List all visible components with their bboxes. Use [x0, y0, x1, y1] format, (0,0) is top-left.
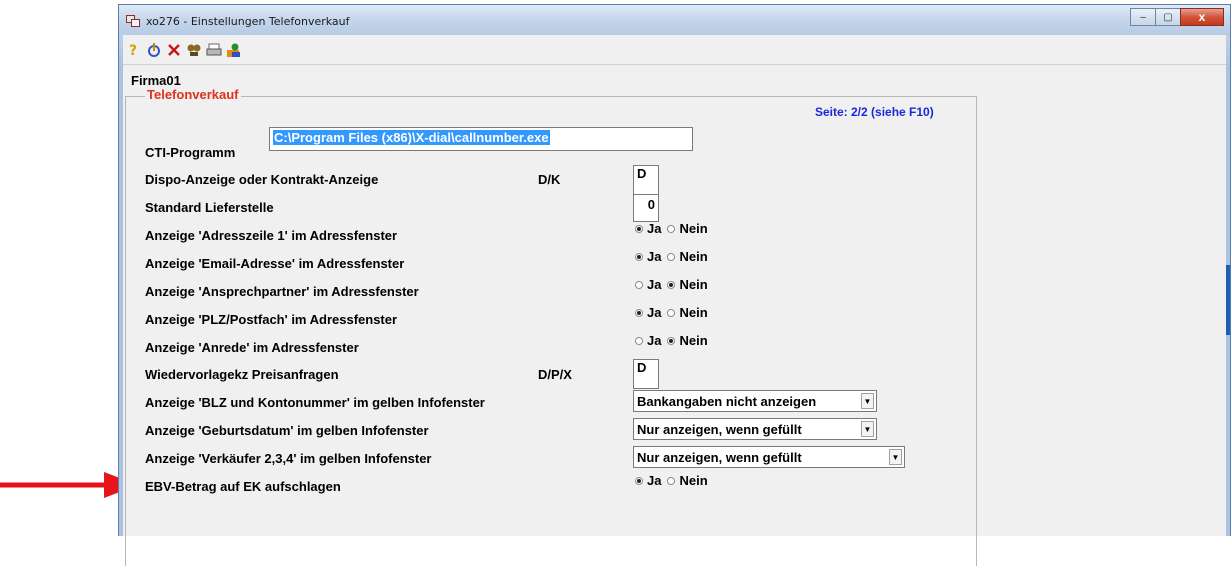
company-name: Firma01: [131, 73, 181, 88]
ebv-nein-radio[interactable]: [667, 476, 676, 485]
email-ja-label: Ja: [647, 249, 662, 264]
anrede-ja-label: Ja: [647, 333, 662, 348]
window-body: ? Firma01 Telefonverkauf Seite: 2/2 (sie…: [123, 35, 1230, 566]
geburtsdatum-select[interactable]: Nur anzeigen, wenn gefüllt ▼: [633, 418, 877, 440]
adresszeile-label: Anzeige 'Adresszeile 1' im Adressfenster: [145, 228, 398, 243]
close-button[interactable]: x: [1180, 8, 1224, 26]
search-icon[interactable]: [186, 42, 202, 58]
window-title: xo276 - Einstellungen Telefonverkauf: [146, 15, 350, 28]
info-icon[interactable]: [146, 42, 162, 58]
anrede-nein-label: Nein: [679, 333, 708, 348]
dispo-input[interactable]: D: [633, 165, 659, 195]
toolbar: ?: [123, 35, 1226, 65]
email-nein-label: Nein: [679, 249, 708, 264]
wiedervorlage-input[interactable]: D: [633, 359, 659, 389]
lieferstelle-label: Standard Lieferstelle: [145, 200, 274, 215]
wiedervorlage-code: D/P/X: [538, 367, 572, 382]
close-icon[interactable]: [166, 42, 182, 58]
ebv-label: EBV-Betrag auf EK aufschlagen: [145, 479, 341, 494]
plz-nein-radio[interactable]: [667, 308, 676, 317]
app-window: xo276 - Einstellungen Telefonverkauf – ▢…: [118, 4, 1231, 566]
plz-ja-label: Ja: [647, 305, 662, 320]
blz-select[interactable]: Bankangaben nicht anzeigen ▼: [633, 390, 877, 412]
maximize-button[interactable]: ▢: [1155, 8, 1181, 26]
email-nein-radio[interactable]: [667, 252, 676, 261]
chevron-down-icon[interactable]: ▼: [861, 421, 874, 437]
page-info: Seite: 2/2 (siehe F10): [815, 105, 934, 119]
verkaeufer-select[interactable]: Nur anzeigen, wenn gefüllt ▼: [633, 446, 905, 468]
ebv-ja-label: Ja: [647, 473, 662, 488]
cti-label: CTI-Programm: [145, 145, 236, 160]
plz-ja-radio[interactable]: [635, 308, 643, 317]
ebv-radio-group: Ja Nein: [635, 473, 708, 488]
title-bar: xo276 - Einstellungen Telefonverkauf – ▢…: [119, 5, 1230, 35]
email-label: Anzeige 'Email-Adresse' im Adressfenster: [145, 256, 405, 271]
window-controls: – ▢ x: [1130, 8, 1224, 27]
dispo-code: D/K: [538, 172, 561, 187]
ebv-ja-radio[interactable]: [635, 476, 643, 485]
settings-panel: Firma01 Telefonverkauf Seite: 2/2 (siehe…: [123, 65, 977, 566]
cti-program-input[interactable]: C:\Program Files (x86)\X-dial\callnumber…: [269, 127, 693, 151]
chevron-down-icon[interactable]: ▼: [889, 449, 902, 465]
app-icon: [126, 15, 140, 27]
dispo-label: Dispo-Anzeige oder Kontrakt-Anzeige: [145, 172, 379, 187]
ansprechpartner-nein-radio[interactable]: [667, 280, 676, 289]
lieferstelle-input[interactable]: 0: [633, 194, 659, 222]
minimize-button[interactable]: –: [1130, 8, 1156, 26]
adresszeile-ja-label: Ja: [647, 221, 662, 236]
anrede-radio-group: Ja Nein: [635, 333, 708, 348]
blz-label: Anzeige 'BLZ und Kontonummer' im gelben …: [145, 395, 485, 410]
ansprechpartner-ja-radio[interactable]: [635, 280, 643, 289]
adresszeile-radio-group: Ja Nein: [635, 221, 708, 236]
print-icon[interactable]: [206, 42, 222, 58]
window-edge-accent: [1226, 265, 1230, 335]
geburtsdatum-select-value: Nur anzeigen, wenn gefüllt: [637, 421, 802, 437]
cti-program-value: C:\Program Files (x86)\X-dial\callnumber…: [273, 130, 550, 145]
adresszeile-nein-label: Nein: [679, 221, 708, 236]
geburtsdatum-label: Anzeige 'Geburtsdatum' im gelben Infofen…: [145, 423, 429, 438]
email-radio-group: Ja Nein: [635, 249, 708, 264]
ebv-nein-label: Nein: [679, 473, 708, 488]
anrede-ja-radio[interactable]: [635, 336, 643, 345]
anrede-nein-radio[interactable]: [667, 336, 676, 345]
help-icon[interactable]: ?: [126, 42, 142, 58]
telefonverkauf-group: [125, 96, 977, 566]
user-icon[interactable]: [226, 42, 242, 58]
wiedervorlage-label: Wiedervorlagekz Preisanfragen: [145, 367, 339, 382]
right-empty-area: [977, 65, 1230, 536]
anrede-label: Anzeige 'Anrede' im Adressfenster: [145, 340, 359, 355]
verkaeufer-select-value: Nur anzeigen, wenn gefüllt: [637, 449, 802, 465]
ansprechpartner-label: Anzeige 'Ansprechpartner' im Adressfenst…: [145, 284, 419, 299]
ansprechpartner-nein-label: Nein: [679, 277, 708, 292]
ansprechpartner-ja-label: Ja: [647, 277, 662, 292]
plz-label: Anzeige 'PLZ/Postfach' im Adressfenster: [145, 312, 398, 327]
blz-select-value: Bankangaben nicht anzeigen: [637, 393, 817, 409]
plz-radio-group: Ja Nein: [635, 305, 708, 320]
email-ja-radio[interactable]: [635, 252, 643, 261]
adresszeile-ja-radio[interactable]: [635, 224, 643, 233]
group-title: Telefonverkauf: [145, 87, 241, 102]
verkaeufer-label: Anzeige 'Verkäufer 2,3,4' im gelben Info…: [145, 451, 432, 466]
adresszeile-nein-radio[interactable]: [667, 224, 676, 233]
svg-text:?: ?: [129, 43, 137, 58]
plz-nein-label: Nein: [679, 305, 708, 320]
ansprechpartner-radio-group: Ja Nein: [635, 277, 708, 292]
chevron-down-icon[interactable]: ▼: [861, 393, 874, 409]
